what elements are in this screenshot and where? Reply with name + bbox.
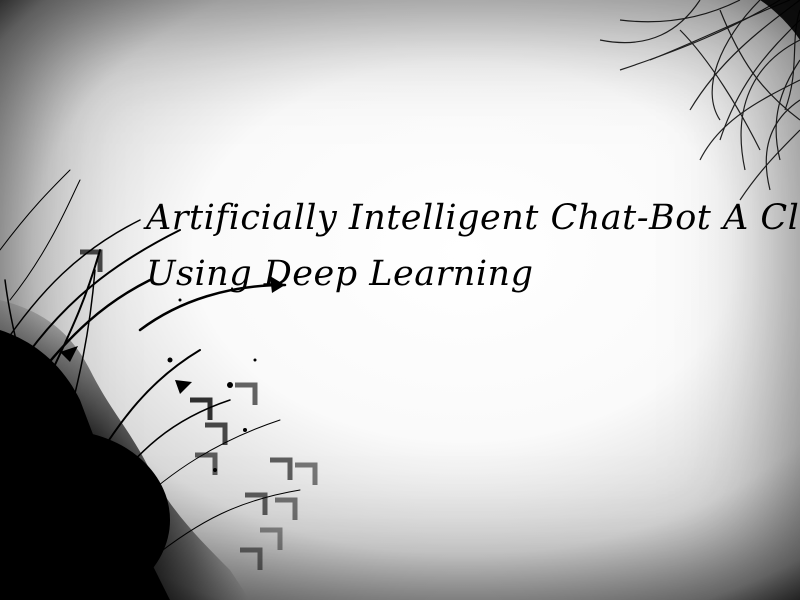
slide-title-line-2: Using Deep Learning: [146, 254, 534, 294]
slide-title-line-1: Artificially Intelligent Chat-Bot A Clon…: [146, 198, 800, 238]
slide-title: Artificially Intelligent Chat-Bot A Clon…: [146, 190, 800, 302]
title-slide: Artificially Intelligent Chat-Bot A Clon…: [0, 0, 800, 600]
